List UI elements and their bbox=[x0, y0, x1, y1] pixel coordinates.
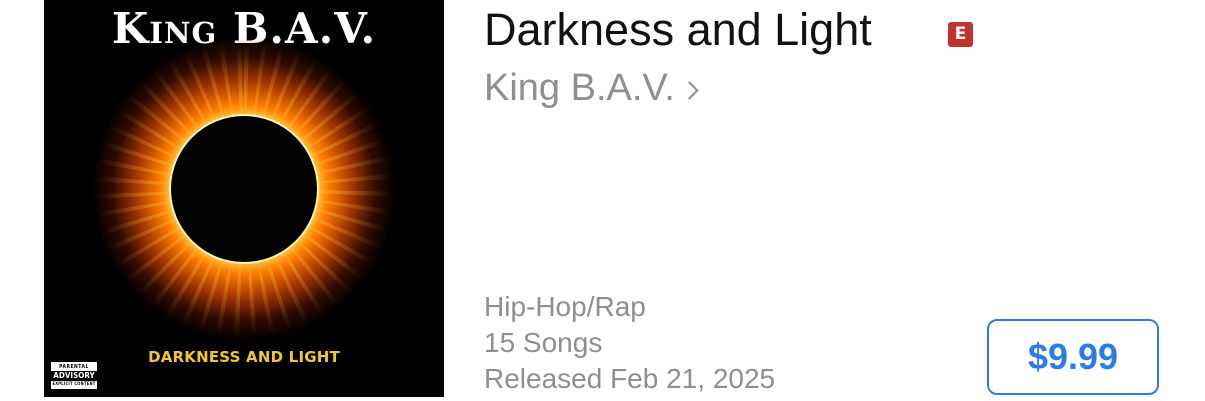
advisory-top-text: PARENTAL bbox=[59, 364, 89, 370]
buy-price-button[interactable]: $9.99 bbox=[987, 319, 1159, 395]
chevron-right-icon bbox=[680, 80, 699, 100]
album-title: Darkness and Light bbox=[484, 4, 872, 55]
album-genre: Hip-Hop/Rap bbox=[484, 291, 646, 322]
advisory-middle-text: ADVISORY bbox=[51, 371, 97, 381]
parental-advisory-label: PARENTAL ADVISORY EXPLICIT CONTENT bbox=[50, 361, 98, 390]
advisory-bottom-text: EXPLICIT CONTENT bbox=[52, 381, 96, 386]
artist-link[interactable]: King B.A.V. bbox=[484, 64, 699, 112]
artist-name: King B.A.V. bbox=[484, 67, 675, 109]
album-artwork: King B.A.V. DARKNESS AND LIGHT PARENTAL … bbox=[44, 0, 444, 397]
artwork-title-text: DARKNESS AND LIGHT bbox=[148, 348, 340, 366]
eclipse-moon bbox=[171, 116, 317, 262]
album-release-date: Released Feb 21, 2025 bbox=[484, 363, 776, 394]
album-song-count: 15 Songs bbox=[484, 327, 603, 358]
explicit-badge: E bbox=[948, 22, 973, 47]
